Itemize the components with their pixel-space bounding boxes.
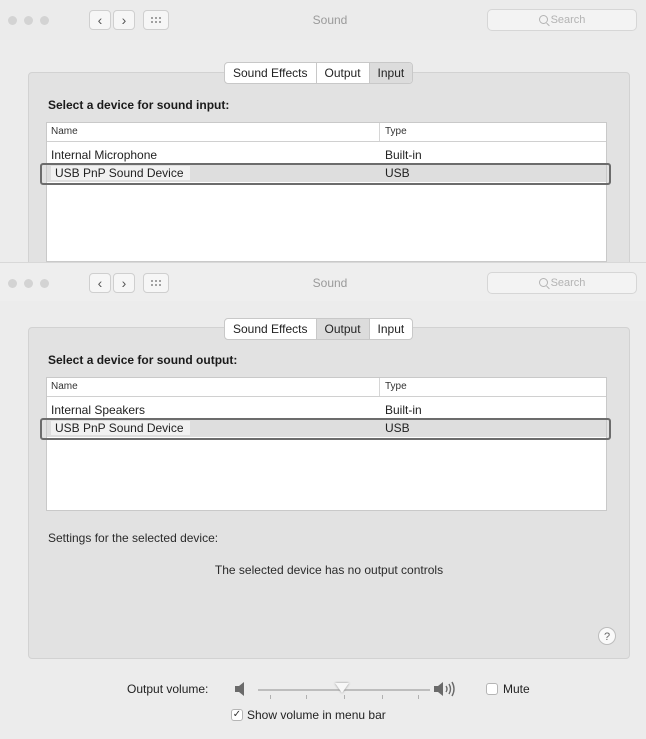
forward-button[interactable]: › (113, 10, 135, 30)
forward-button[interactable]: › (113, 273, 135, 293)
column-divider (379, 378, 380, 396)
close-window-button[interactable] (8, 279, 17, 288)
minimize-window-button[interactable] (24, 16, 33, 25)
search-input[interactable]: Search (487, 272, 637, 294)
tab-sound-effects[interactable]: Sound Effects (225, 319, 317, 339)
speaker-high-icon (434, 681, 455, 697)
table-row[interactable]: Internal Microphone Built-in (47, 147, 606, 164)
device-type: USB (385, 166, 410, 180)
device-type: Built-in (385, 148, 422, 162)
device-name: Internal Speakers (51, 403, 146, 417)
sound-window-input: ‹ › Sound Search Sound Effects Output In… (0, 0, 646, 262)
device-type: USB (385, 421, 410, 435)
volume-slider-knob[interactable] (335, 683, 349, 693)
tab-output[interactable]: Output (317, 63, 370, 83)
column-divider (379, 123, 380, 141)
tab-input[interactable]: Input (369, 63, 413, 83)
slider-tick (382, 695, 383, 699)
column-name[interactable]: Name (51, 126, 78, 137)
tab-output[interactable]: Output (316, 319, 370, 339)
input-device-table: Name Type Internal Microphone Built-in U… (46, 122, 607, 262)
table-row-selected[interactable]: USB PnP Sound Device USB (47, 420, 606, 437)
tab-input[interactable]: Input (370, 319, 413, 339)
title-bar: ‹ › Sound Search (0, 263, 646, 301)
show-volume-label: Show volume in menu bar (247, 708, 386, 722)
settings-label: Settings for the selected device: (48, 531, 219, 545)
column-type[interactable]: Type (385, 126, 407, 137)
device-name: Internal Microphone (51, 148, 158, 162)
show-all-button[interactable] (143, 273, 169, 293)
table-header: Name Type (47, 123, 606, 142)
window-title: Sound (312, 13, 348, 27)
search-icon (538, 278, 548, 287)
table-header: Name Type (47, 378, 606, 397)
output-volume-label: Output volume: (127, 682, 209, 696)
output-heading: Select a device for sound output: (48, 353, 238, 367)
help-button[interactable]: ? (598, 627, 616, 645)
search-icon (538, 15, 548, 24)
zoom-window-button[interactable] (40, 279, 49, 288)
mute-checkbox[interactable] (486, 683, 498, 695)
zoom-window-button[interactable] (40, 16, 49, 25)
input-heading: Select a device for sound input: (48, 98, 230, 112)
window-title: Sound (312, 276, 348, 290)
tab-sound-effects[interactable]: Sound Effects (225, 63, 317, 83)
grid-icon (150, 16, 163, 24)
show-volume-checkbox[interactable]: ✓ (231, 709, 243, 721)
back-button[interactable]: ‹ (89, 273, 111, 293)
output-device-table: Name Type Internal Speakers Built-in USB… (46, 377, 607, 511)
table-row-selected[interactable]: USB PnP Sound Device USB (47, 165, 606, 182)
table-row[interactable]: Internal Speakers Built-in (47, 402, 606, 419)
tab-bar: Sound Effects Output Input (224, 318, 414, 340)
device-name: USB PnP Sound Device (51, 166, 190, 180)
speaker-low-icon (235, 682, 244, 696)
column-type[interactable]: Type (385, 381, 407, 392)
tab-bar: Sound Effects Output Input (224, 62, 414, 84)
device-name: USB PnP Sound Device (51, 421, 190, 435)
slider-tick (344, 695, 345, 699)
slider-tick (418, 695, 419, 699)
device-type: Built-in (385, 403, 422, 417)
minimize-window-button[interactable] (24, 279, 33, 288)
show-all-button[interactable] (143, 10, 169, 30)
column-name[interactable]: Name (51, 381, 78, 392)
slider-tick (270, 695, 271, 699)
search-placeholder: Search (550, 277, 586, 289)
title-bar: ‹ › Sound Search (0, 0, 646, 40)
search-placeholder: Search (550, 14, 586, 26)
sound-window-output: ‹ › Sound Search Sound Effects Output In… (0, 262, 646, 739)
slider-tick (306, 695, 307, 699)
mute-label: Mute (503, 682, 530, 696)
search-input[interactable]: Search (487, 9, 637, 31)
back-button[interactable]: ‹ (89, 10, 111, 30)
grid-icon (150, 279, 163, 287)
no-controls-message: The selected device has no output contro… (214, 563, 444, 577)
close-window-button[interactable] (8, 16, 17, 25)
